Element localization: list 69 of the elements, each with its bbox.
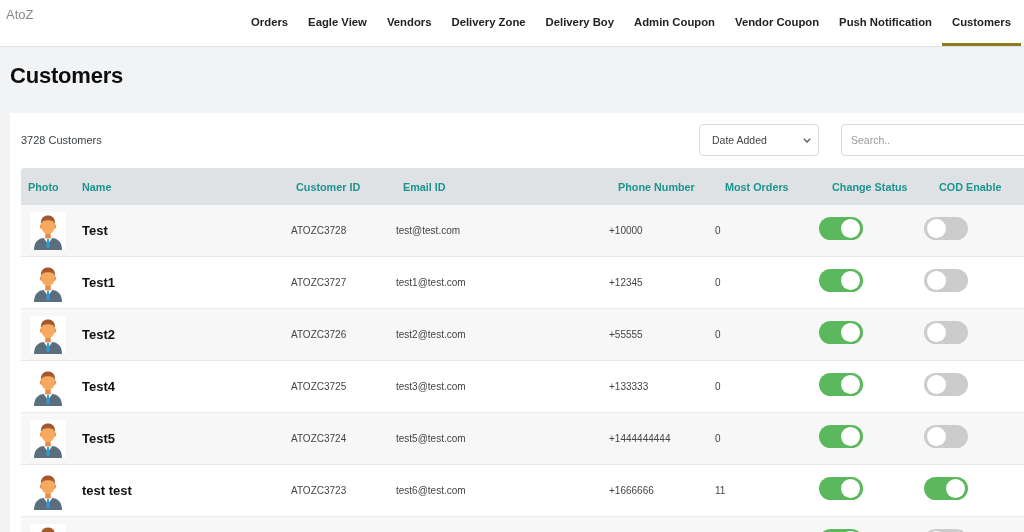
toggle-switch[interactable]	[924, 321, 968, 344]
nav-link[interactable]: Delivery Boy	[535, 0, 625, 46]
chevron-down-icon	[803, 137, 811, 143]
email-cell: test1@test.com	[396, 277, 466, 288]
email-cell: test3@test.com	[396, 381, 466, 392]
nav-link[interactable]: Orders	[241, 0, 299, 46]
toggle-switch[interactable]	[924, 269, 968, 292]
search-field[interactable]: Search..	[841, 124, 1024, 156]
nav-link[interactable]: Customers	[942, 0, 1021, 46]
phone-cell: +55555	[609, 329, 643, 340]
sort-value: Date Added	[712, 134, 767, 146]
customer-name: Test	[82, 223, 108, 238]
orders-count-cell: 0	[715, 433, 721, 444]
toggle-switch[interactable]	[819, 269, 863, 292]
toggle-switch[interactable]	[924, 425, 968, 448]
column-header: COD Enable	[938, 180, 1003, 193]
column-header: Customer ID	[295, 180, 362, 193]
customer-name: test test	[82, 483, 132, 498]
phone-cell: +133333	[609, 381, 649, 392]
column-header: Email ID	[402, 180, 447, 193]
customer-id-cell: ATOZC3727	[291, 277, 347, 288]
orders-count-cell: 0	[715, 381, 721, 392]
customer-name: Test2	[82, 327, 115, 342]
customer-name: Test5	[82, 431, 115, 446]
email-cell: test6@test.com	[396, 485, 466, 496]
customer-id-cell: ATOZC3723	[291, 485, 347, 496]
customer-id-cell: ATOZC3728	[291, 225, 347, 236]
page-title: Customers	[10, 62, 125, 89]
toggle-switch[interactable]	[819, 477, 863, 500]
nav-link[interactable]: Vendors	[376, 0, 442, 46]
customer-name: Test4	[82, 379, 115, 394]
email-cell: test5@test.com	[396, 433, 466, 444]
avatar-icon	[30, 419, 66, 458]
phone-cell: +10000	[609, 225, 643, 236]
phone-cell: +1666666	[609, 485, 654, 496]
toggle-switch[interactable]	[924, 217, 968, 240]
toggle-switch[interactable]	[924, 373, 968, 396]
nav-link[interactable]: Delivery Zone	[441, 0, 536, 46]
nav-link[interactable]: Eagle View	[298, 0, 377, 46]
orders-count-cell: 0	[715, 225, 721, 236]
nav-link[interactable]: Admin Coupon	[624, 0, 725, 46]
column-header: Phone Number	[617, 180, 696, 193]
orders-count-cell: 0	[715, 329, 721, 340]
avatar-icon	[30, 315, 66, 354]
avatar-icon	[30, 211, 66, 250]
toggle-switch[interactable]	[819, 373, 863, 396]
toggle-switch[interactable]	[819, 321, 863, 344]
column-header: Most Orders	[724, 180, 790, 193]
toggle-switch[interactable]	[819, 425, 863, 448]
customer-name: Test1	[82, 275, 115, 290]
orders-count-cell: 0	[715, 277, 721, 288]
phone-cell: +12345	[609, 277, 643, 288]
phone-cell: +1444444444	[609, 433, 671, 444]
column-header: Change Status	[831, 180, 909, 193]
customer-id-cell: ATOZC3725	[291, 381, 347, 392]
brand-name: AtoZ	[6, 7, 34, 23]
orders-count-cell: 11	[715, 485, 726, 496]
customer-id-cell: ATOZC3726	[291, 329, 347, 340]
column-header: Photo	[27, 180, 60, 193]
sort-dropdown[interactable]: Date Added	[699, 124, 819, 156]
email-cell: test2@test.com	[396, 329, 466, 340]
email-cell: test@test.com	[396, 225, 461, 236]
toggle-switch[interactable]	[819, 217, 863, 240]
customer-count: 3728 Customers	[21, 134, 103, 146]
column-header: Name	[81, 180, 113, 193]
nav-link[interactable]: Push Notification	[829, 0, 942, 46]
toggle-switch[interactable]	[924, 477, 968, 500]
nav-link[interactable]: Vendor Coupon	[725, 0, 830, 46]
customer-id-cell: ATOZC3724	[291, 433, 347, 444]
